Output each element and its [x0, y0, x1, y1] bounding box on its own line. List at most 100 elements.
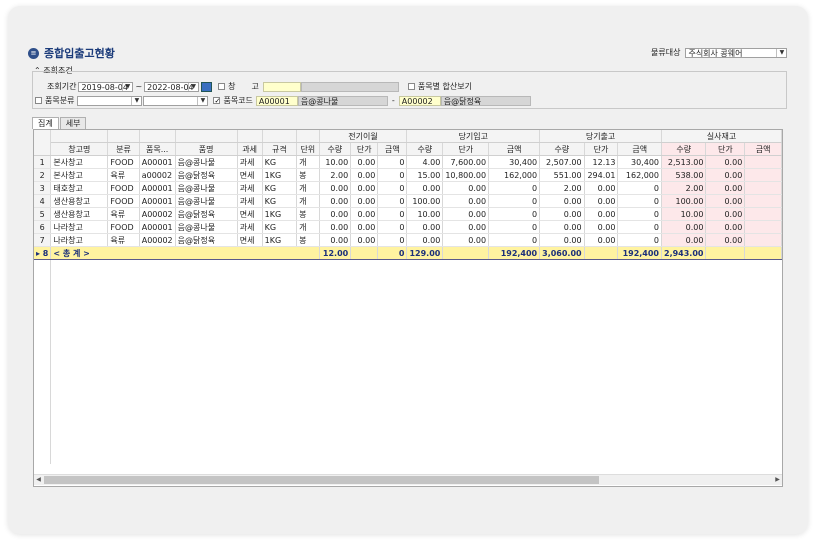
table-cell[interactable]: 1KG	[262, 207, 298, 221]
table-cell[interactable]: 본사창고	[50, 168, 109, 182]
row-number[interactable]: 5	[34, 207, 52, 221]
table-cell[interactable]: 0.00	[350, 155, 379, 169]
table-cell[interactable]: 0	[617, 220, 662, 234]
table-cell[interactable]: 30,400	[488, 155, 541, 169]
table-cell[interactable]: 0.00	[705, 155, 746, 169]
chevron-down-icon[interactable]: ▼	[122, 82, 132, 91]
table-cell[interactable]: 0.00	[319, 181, 352, 195]
table-cell[interactable]: 과세	[237, 155, 263, 169]
column-header[interactable]: 과세	[237, 142, 263, 156]
column-header[interactable]: 단위	[296, 142, 320, 156]
table-cell[interactable]: 면세	[237, 207, 263, 221]
column-header[interactable]: 금액	[488, 142, 541, 156]
column-header[interactable]: 금액	[744, 142, 782, 156]
table-cell[interactable]	[744, 155, 782, 169]
table-cell[interactable]: 551.00	[539, 168, 585, 182]
table-cell[interactable]: FOOD	[107, 220, 140, 234]
table-cell[interactable]: 생산용창고	[50, 194, 109, 208]
column-header[interactable]: 단가	[350, 142, 379, 156]
table-cell[interactable]: 162,000	[488, 168, 541, 182]
table-cell[interactable]: 0.00	[406, 220, 444, 234]
column-header[interactable]: 단가	[584, 142, 619, 156]
table-cell[interactable]: 음@콩나물	[175, 194, 238, 208]
table-cell[interactable]: 10.00	[319, 155, 352, 169]
table-cell[interactable]: 0	[617, 207, 662, 221]
table-cell[interactable]: 12.13	[584, 155, 619, 169]
table-cell[interactable]: 100.00	[406, 194, 444, 208]
item-code-checkbox[interactable]: ✓	[213, 97, 221, 105]
table-cell[interactable]: A00001	[139, 220, 176, 234]
table-cell[interactable]: 162,000	[617, 168, 662, 182]
warehouse-code-input[interactable]	[262, 81, 301, 92]
table-cell[interactable]: 태호창고	[50, 181, 109, 195]
table-cell[interactable]: 개	[296, 155, 320, 169]
table-cell[interactable]: 538.00	[661, 168, 707, 182]
row-number[interactable]: 1	[34, 155, 52, 169]
table-cell[interactable]: 0.00	[442, 181, 490, 195]
table-cell[interactable]: 0.00	[584, 181, 619, 195]
category-checkbox[interactable]	[35, 97, 42, 104]
table-cell[interactable]: 0.00	[350, 194, 379, 208]
table-cell[interactable]: 0.00	[350, 181, 379, 195]
column-header[interactable]: 분류	[107, 142, 140, 156]
table-row[interactable]: 2 본사창고 육류 a00002 음@닭정육 면세 1KG 봉 2.00 0.00 0 15.00 10…	[34, 168, 782, 182]
table-cell[interactable]: FOOD	[107, 155, 140, 169]
table-cell[interactable]: 0.00	[350, 207, 379, 221]
table-cell[interactable]: 0.00	[350, 233, 379, 247]
table-row[interactable]: 4 생산용창고 FOOD A00001 음@콩나물 과세 KG 개 0.00 0.00 0 100.0…	[34, 194, 782, 208]
table-cell[interactable]: 1KG	[262, 233, 298, 247]
column-header[interactable]: 단가	[705, 142, 746, 156]
table-cell[interactable]: 10.00	[406, 207, 444, 221]
table-cell[interactable]: 본사창고	[50, 155, 109, 169]
column-header[interactable]: 수량	[319, 142, 352, 156]
table-cell[interactable]: 육류	[107, 207, 140, 221]
table-cell[interactable]: 0	[617, 233, 662, 247]
table-cell[interactable]: 음@닭정육	[175, 207, 238, 221]
table-cell[interactable]: 개	[296, 220, 320, 234]
table-cell[interactable]: 0.00	[442, 233, 490, 247]
menu-icon[interactable]: ≡	[28, 47, 39, 59]
table-cell[interactable]: 2,507.00	[539, 155, 585, 169]
table-cell[interactable]: 2,513.00	[661, 155, 707, 169]
scrollbar-thumb[interactable]	[44, 476, 599, 484]
table-cell[interactable]: 0	[377, 233, 408, 247]
table-cell[interactable]: 0	[377, 168, 408, 182]
table-cell[interactable]: 0.00	[539, 220, 585, 234]
table-cell[interactable]: 0.00	[705, 233, 746, 247]
table-cell[interactable]: 0	[488, 207, 541, 221]
tab-summary[interactable]: 집계	[32, 117, 59, 129]
table-cell[interactable]: 음@콩나물	[175, 220, 238, 234]
table-cell[interactable]: 100.00	[661, 194, 707, 208]
table-cell[interactable]: 0.00	[539, 194, 585, 208]
table-cell[interactable]: 0.00	[406, 181, 444, 195]
table-cell[interactable]: 육류	[107, 168, 140, 182]
table-cell[interactable]: KG	[262, 181, 298, 195]
table-cell[interactable]: 면세	[237, 168, 263, 182]
table-cell[interactable]: 개	[296, 181, 320, 195]
table-cell[interactable]: 생산용창고	[50, 207, 109, 221]
table-cell[interactable]: 294.01	[584, 168, 619, 182]
table-cell[interactable]: 면세	[237, 233, 263, 247]
table-cell[interactable]: 0.00	[319, 207, 352, 221]
table-cell[interactable]: 0	[617, 194, 662, 208]
table-cell[interactable]: 과세	[237, 220, 263, 234]
table-cell[interactable]: 0	[377, 194, 408, 208]
date-from-input[interactable]: 2019-08-04 ▼	[78, 81, 134, 92]
table-cell[interactable]: 0	[617, 181, 662, 195]
calendar-icon[interactable]	[201, 81, 213, 92]
table-cell[interactable]	[744, 233, 782, 247]
chevron-down-icon[interactable]: ▼	[197, 96, 207, 105]
table-cell[interactable]: 과세	[237, 181, 263, 195]
table-cell[interactable]	[744, 220, 782, 234]
scroll-right-icon[interactable]: ▶	[773, 475, 782, 485]
table-cell[interactable]: 0	[488, 181, 541, 195]
table-cell[interactable]: 0.00	[661, 233, 707, 247]
table-cell[interactable]: 0	[377, 155, 408, 169]
sum-by-item-checkbox[interactable]	[407, 83, 415, 90]
table-row[interactable]: 7 나라창고 육류 A00002 음@닭정육 면세 1KG 봉 0.00 0.00 0 0.00 0.0…	[34, 233, 782, 247]
table-cell[interactable]: 0.00	[350, 168, 379, 182]
table-cell[interactable]: 나라창고	[50, 233, 109, 247]
table-cell[interactable]: A00001	[139, 194, 176, 208]
table-cell[interactable]: 음@닭정육	[175, 168, 238, 182]
item-code-from-input[interactable]: A00001	[255, 95, 298, 106]
